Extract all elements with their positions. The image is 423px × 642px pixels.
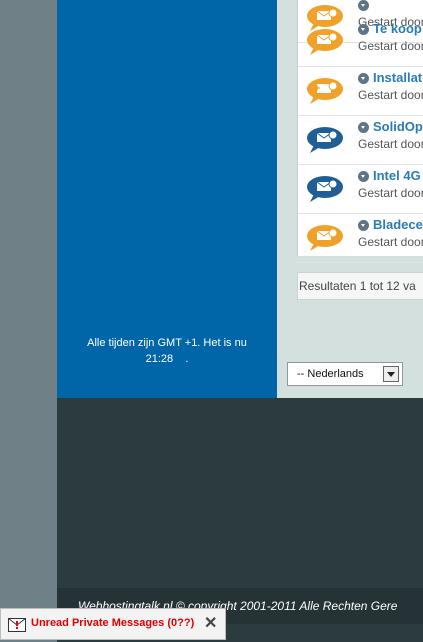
private-messages-notification[interactable]: Unread Private Messages (0??) ✕ [0,608,226,640]
thread-row[interactable]: Intel 4G Gestart door [298,165,423,214]
orange-speech-bubble-icon [307,78,343,104]
timezone-text: Alle tijden zijn GMT +1. Het is nu [87,337,247,349]
thread-title[interactable]: Intel 4G [373,168,421,183]
goto-first-unread-icon[interactable] [358,24,369,35]
thread-title[interactable]: Bladece [373,217,423,232]
orange-speech-bubble-icon [307,29,343,55]
language-select[interactable]: -- Nederlands [287,362,403,386]
results-text: Resultaten 1 tot 12 va [299,279,416,293]
blue-speech-bubble-icon [307,176,343,202]
orange-speech-bubble-icon [307,225,343,251]
thread-title[interactable]: Te koop [373,21,422,36]
goto-first-unread-icon[interactable] [358,0,369,11]
thread-title[interactable]: Installat [373,70,422,85]
thread-starter: Gestart door [358,39,423,53]
goto-first-unread-icon[interactable] [358,122,369,133]
thread-row[interactable]: Installat Gestart door [298,67,423,116]
envelope-icon [8,618,26,632]
results-count: Resultaten 1 tot 12 va [297,272,423,300]
current-time: 21:28 [145,353,174,365]
blue-speech-bubble-icon [307,127,343,153]
goto-first-unread-icon[interactable] [358,73,369,84]
thread-title[interactable]: SolidOp [373,119,423,134]
thread-list: Gestart door Te koop Gestart door Instal… [297,0,423,263]
thread-starter: Gestart door [358,186,423,200]
close-icon[interactable]: ✕ [204,615,217,633]
language-selected-value: -- Nederlands [297,368,364,380]
unread-messages-link[interactable]: Unread Private Messages (0??) [31,617,194,629]
goto-first-unread-icon[interactable] [358,220,369,231]
thread-starter: Gestart door [358,235,423,249]
thread-row[interactable]: Bladece Gestart door [298,214,423,263]
thread-starter: Gestart door [358,88,423,102]
timezone-suffix: . [185,353,189,365]
thread-row[interactable]: SolidOp Gestart door [298,116,423,165]
thread-starter: Gestart door [358,137,423,151]
timezone-notice: Alle tijden zijn GMT +1. Het is nu 21:28… [57,336,277,367]
chevron-down-icon[interactable] [383,366,399,382]
goto-first-unread-icon[interactable] [358,171,369,182]
left-gutter [0,0,57,642]
thread-row[interactable]: Te koop Gestart door [298,18,423,67]
